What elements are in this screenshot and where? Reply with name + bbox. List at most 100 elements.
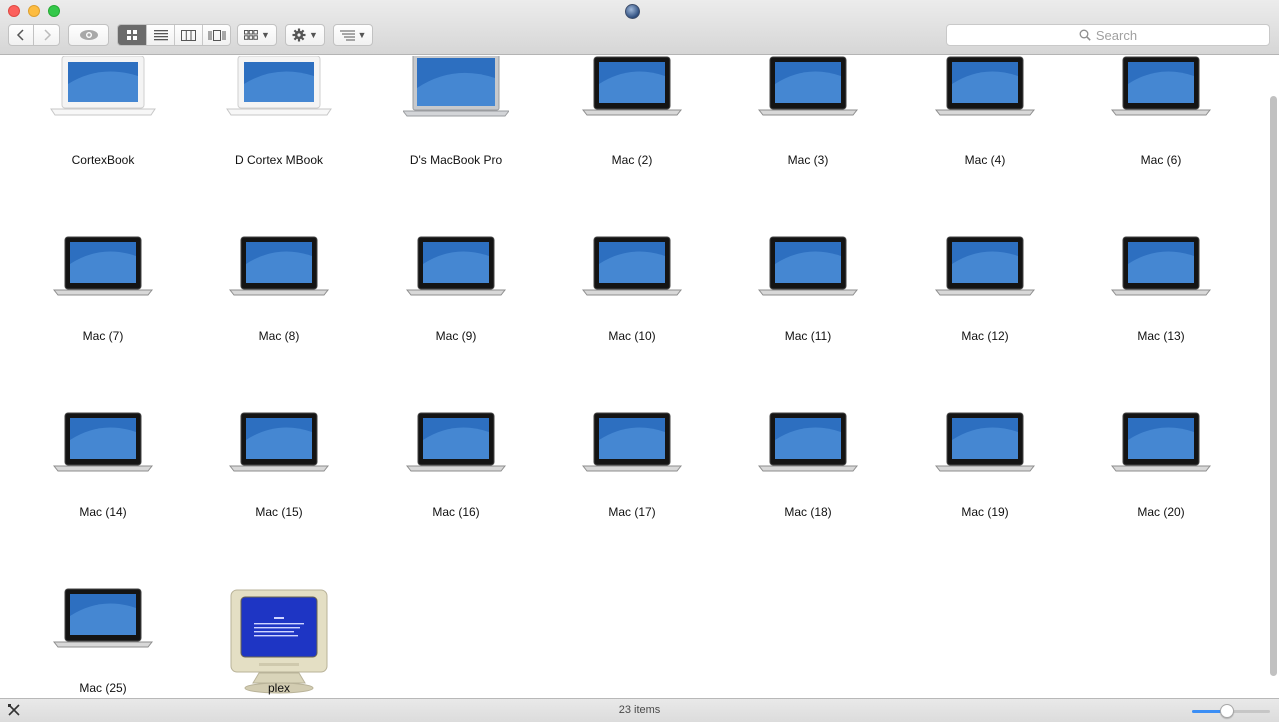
laptop-icon: [228, 234, 330, 303]
file-item[interactable]: plex: [199, 584, 359, 698]
file-item[interactable]: Mac (13): [1081, 232, 1241, 392]
laptop-icon: [757, 56, 859, 123]
file-item[interactable]: CortexBook: [23, 56, 183, 216]
file-item[interactable]: Mac (19): [905, 408, 1065, 568]
file-item-label: Mac (2): [611, 153, 653, 167]
columns-icon: [181, 29, 196, 41]
item-count: 23 items: [618, 704, 661, 716]
file-item-label: plex: [267, 681, 290, 695]
gear-icon: [292, 28, 306, 42]
file-item[interactable]: Mac (6): [1081, 56, 1241, 216]
view-mode-selector[interactable]: [117, 24, 231, 46]
chevron-down-icon: ▼: [357, 30, 367, 40]
file-item-label: Mac (18): [784, 505, 832, 519]
close-button[interactable]: [8, 5, 20, 17]
file-item-label: Mac (11): [784, 329, 832, 343]
laptop-icon: [581, 56, 683, 123]
list-icon: [153, 29, 168, 40]
chevron-down-icon: ▼: [309, 30, 318, 40]
file-item-label: Mac (13): [1137, 329, 1185, 343]
file-item[interactable]: Mac (12): [905, 232, 1065, 392]
file-item-label: Mac (3): [787, 153, 829, 167]
file-item[interactable]: Mac (2): [552, 56, 712, 216]
file-item[interactable]: Mac (15): [199, 408, 359, 568]
file-item[interactable]: Mac (25): [23, 584, 183, 698]
arrange-grid-icon: [244, 30, 258, 40]
file-item[interactable]: D's MacBook Pro: [376, 56, 536, 216]
sort-by-button[interactable]: ▼: [333, 24, 373, 46]
file-item-label: Mac (6): [1140, 153, 1182, 167]
file-item-label: Mac (14): [79, 505, 127, 519]
file-item[interactable]: Mac (4): [905, 56, 1065, 216]
file-item-label: Mac (10): [608, 329, 656, 343]
file-item-label: Mac (17): [608, 505, 656, 519]
file-item[interactable]: Mac (17): [552, 408, 712, 568]
file-item-label: D Cortex MBook: [234, 153, 324, 167]
file-item-label: Mac (20): [1137, 505, 1185, 519]
laptop-icon: [52, 586, 154, 655]
icon-view-button[interactable]: [118, 25, 146, 45]
sort-list-icon: [339, 30, 355, 40]
chevron-right-icon: [43, 29, 51, 41]
search-placeholder: Search: [1095, 27, 1138, 43]
file-item[interactable]: Mac (14): [23, 408, 183, 568]
file-item[interactable]: Mac (18): [728, 408, 888, 568]
quick-look-button[interactable]: [68, 24, 109, 46]
file-item[interactable]: Mac (16): [376, 408, 536, 568]
file-item[interactable]: Mac (7): [23, 232, 183, 392]
minimize-button[interactable]: [28, 5, 40, 17]
slider-knob[interactable]: [1220, 704, 1235, 718]
finder-window: ▼ ▼ ▼ Search CortexBook D Cortex MBook D's…: [0, 0, 1279, 722]
vertical-scrollbar[interactable]: [1270, 96, 1277, 676]
file-item[interactable]: Mac (10): [552, 232, 712, 392]
file-item-label: Mac (15): [255, 505, 303, 519]
file-item-label: Mac (8): [258, 329, 300, 343]
file-item-label: D's MacBook Pro: [409, 153, 503, 167]
column-view-button[interactable]: [174, 25, 202, 45]
chevron-left-icon: [16, 29, 24, 41]
laptop-icon: [934, 234, 1036, 303]
file-item[interactable]: Mac (3): [728, 56, 888, 216]
file-item-label: Mac (25): [79, 681, 127, 695]
back-button[interactable]: [8, 24, 34, 46]
toolbar: ▼ ▼ ▼ Search: [0, 0, 1279, 55]
laptop-icon: [581, 410, 683, 479]
laptop-icon: [50, 56, 156, 123]
laptop-icon: [757, 410, 859, 479]
grid-icon: [127, 30, 137, 40]
search-field[interactable]: Search: [946, 24, 1270, 46]
forward-button[interactable]: [34, 24, 60, 46]
cover-flow-view-button[interactable]: [202, 25, 230, 45]
file-item[interactable]: Mac (11): [728, 232, 888, 392]
list-view-button[interactable]: [146, 25, 174, 45]
laptop-icon: [1110, 234, 1212, 303]
laptop-icon: [934, 410, 1036, 479]
laptop-icon: [405, 410, 507, 479]
arrange-button[interactable]: ▼: [237, 24, 277, 46]
laptop-icon: [52, 410, 154, 479]
action-button[interactable]: ▼: [285, 24, 325, 46]
file-item-label: Mac (7): [82, 329, 124, 343]
chevron-down-icon: ▼: [261, 30, 270, 40]
file-item-label: Mac (16): [432, 505, 480, 519]
cover-flow-icon: [208, 29, 225, 41]
laptop-icon: [1110, 56, 1212, 123]
network-globe-icon: [625, 4, 640, 19]
laptop-icon: [581, 234, 683, 303]
file-item[interactable]: Mac (20): [1081, 408, 1241, 568]
laptop-icon: [52, 234, 154, 303]
laptop-icon: [401, 56, 511, 123]
file-item[interactable]: Mac (8): [199, 232, 359, 392]
search-icon: [1079, 29, 1091, 41]
eye-icon: [79, 30, 98, 40]
file-item[interactable]: Mac (9): [376, 232, 536, 392]
laptop-icon: [228, 410, 330, 479]
zoom-button[interactable]: [48, 5, 60, 17]
laptop-icon: [226, 56, 332, 123]
laptop-icon: [934, 56, 1036, 123]
file-item-label: Mac (12): [961, 329, 1009, 343]
file-item-label: Mac (19): [961, 505, 1009, 519]
file-item[interactable]: D Cortex MBook: [199, 56, 359, 216]
file-item-label: Mac (4): [964, 153, 1006, 167]
status-bar: 23 items: [0, 698, 1279, 722]
